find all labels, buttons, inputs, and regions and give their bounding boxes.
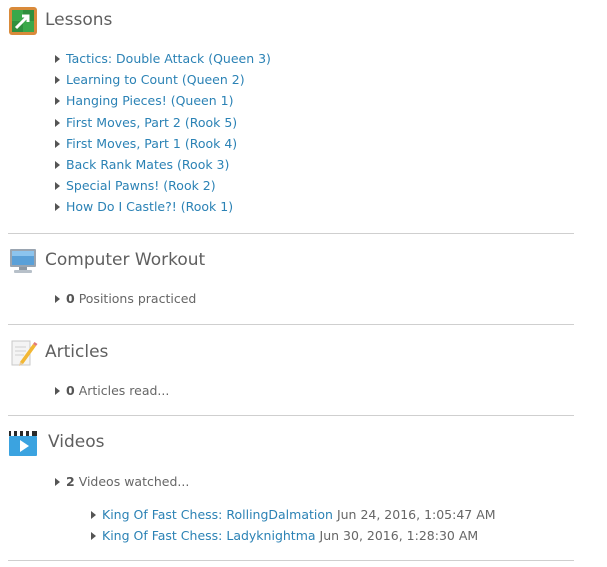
lesson-item[interactable]: How Do I Castle?! (Rook 1) xyxy=(55,198,233,216)
bullet-arrow-icon xyxy=(91,511,96,519)
lesson-item[interactable]: Special Pawns! (Rook 2) xyxy=(55,177,216,195)
lesson-item[interactable]: First Moves, Part 1 (Rook 4) xyxy=(55,135,237,153)
lesson-board-icon xyxy=(9,7,37,35)
video-date: Jun 24, 2016, 1:05:47 AM xyxy=(336,507,496,522)
videos-count: 2 xyxy=(66,474,75,489)
positions-practiced-row: 0 Positions practiced xyxy=(55,290,196,308)
bullet-arrow-icon xyxy=(55,55,60,63)
bullet-arrow-icon xyxy=(55,118,60,127)
lesson-link[interactable]: Special Pawns! (Rook 2) xyxy=(66,178,216,193)
video-item: King Of Fast Chess: RollingDalmation Jun … xyxy=(91,506,496,524)
expand-arrow-icon[interactable] xyxy=(55,387,60,395)
divider xyxy=(8,415,574,416)
video-date: Jun 30, 2016, 1:28:30 AM xyxy=(319,528,479,543)
lesson-link[interactable]: Learning to Count (Queen 2) xyxy=(66,72,245,87)
lesson-link[interactable]: How Do I Castle?! (Rook 1) xyxy=(66,199,233,214)
articles-label[interactable]: Articles read... xyxy=(79,383,170,398)
lesson-item[interactable]: Tactics: Double Attack (Queen 3) xyxy=(55,50,271,68)
computer-workout-title: Computer Workout xyxy=(45,250,206,270)
articles-count: 0 xyxy=(66,383,75,398)
articles-title: Articles xyxy=(45,342,109,362)
bullet-arrow-icon xyxy=(55,161,60,169)
lesson-link[interactable]: Tactics: Double Attack (Queen 3) xyxy=(66,51,271,66)
articles-read-row: 0 Articles read... xyxy=(55,382,169,400)
divider xyxy=(8,560,574,561)
video-link[interactable]: King Of Fast Chess: RollingDalmation xyxy=(102,507,333,522)
computer-monitor-icon xyxy=(10,249,36,273)
lessons-title: Lessons xyxy=(45,10,113,30)
positions-count: 0 xyxy=(66,291,75,306)
lesson-link[interactable]: Back Rank Mates (Rook 3) xyxy=(66,157,229,172)
video-link[interactable]: King Of Fast Chess: Ladyknightma xyxy=(102,528,316,543)
lesson-item[interactable]: Back Rank Mates (Rook 3) xyxy=(55,156,229,174)
videos-label[interactable]: Videos watched... xyxy=(79,474,190,489)
bullet-arrow-icon xyxy=(55,203,60,212)
expand-arrow-icon[interactable] xyxy=(55,295,60,303)
divider xyxy=(8,324,574,325)
divider xyxy=(8,233,574,234)
bullet-arrow-icon xyxy=(91,532,96,540)
lesson-link[interactable]: First Moves, Part 2 (Rook 5) xyxy=(66,115,237,130)
video-item: King Of Fast Chess: Ladyknightma Jun 30, … xyxy=(91,527,478,545)
bullet-arrow-icon xyxy=(55,97,60,106)
pencil-paper-icon xyxy=(11,340,38,366)
lesson-item[interactable]: Hanging Pieces! (Queen 1) xyxy=(55,92,233,110)
videos-title: Videos xyxy=(48,432,105,452)
bullet-arrow-icon xyxy=(55,182,60,191)
lesson-link[interactable]: Hanging Pieces! (Queen 1) xyxy=(66,93,233,108)
videos-watched-row: 2 Videos watched... xyxy=(55,473,189,491)
positions-label[interactable]: Positions practiced xyxy=(79,291,197,306)
expand-arrow-icon[interactable] xyxy=(55,478,60,486)
lesson-item[interactable]: Learning to Count (Queen 2) xyxy=(55,71,245,89)
lesson-item[interactable]: First Moves, Part 2 (Rook 5) xyxy=(55,114,237,132)
video-clapper-icon xyxy=(9,431,37,456)
bullet-arrow-icon xyxy=(55,76,60,85)
lesson-link[interactable]: First Moves, Part 1 (Rook 4) xyxy=(66,136,237,151)
bullet-arrow-icon xyxy=(55,139,60,148)
